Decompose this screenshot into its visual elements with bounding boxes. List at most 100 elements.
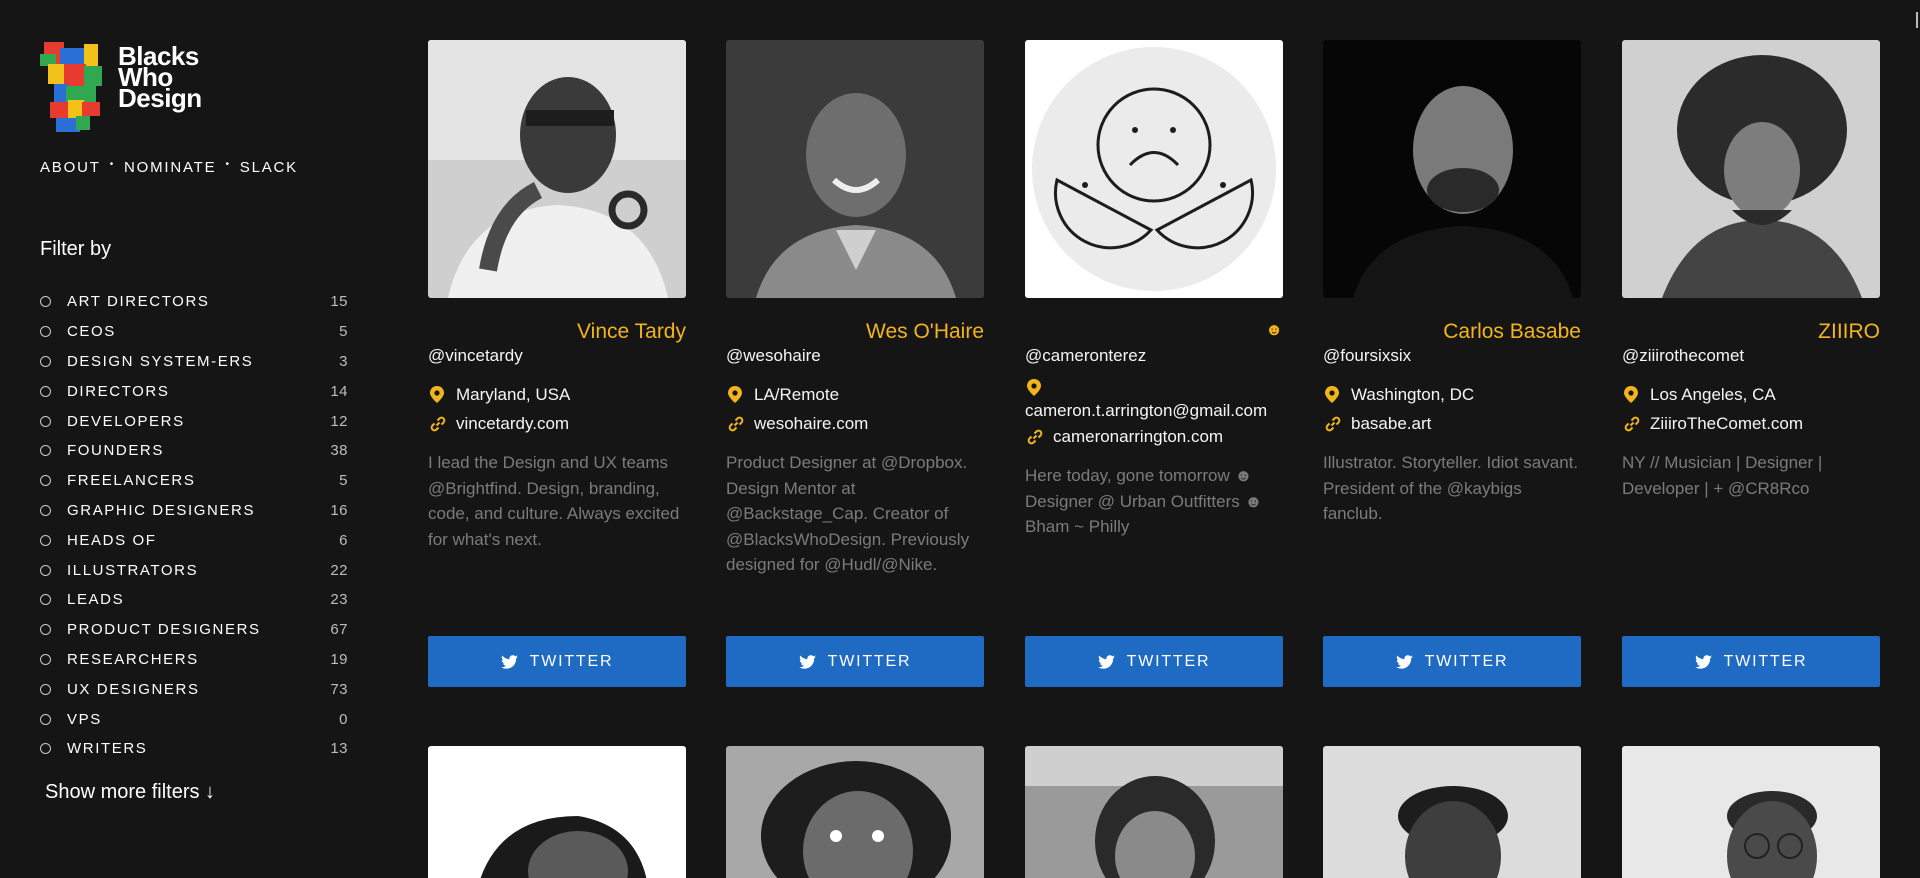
website-row[interactable]: basabe.art <box>1323 409 1581 438</box>
designer-card: Vince Tardy @vincetardy Maryland, USA vince… <box>428 40 686 690</box>
filter-label: LEADS <box>67 591 125 609</box>
filter-option[interactable]: HEADS OF 6 <box>40 525 348 555</box>
filter-count: 14 <box>330 382 348 400</box>
radio-button[interactable] <box>40 296 51 308</box>
designer-photo[interactable] <box>726 40 984 298</box>
radio-button[interactable] <box>40 355 51 367</box>
designer-meta: Los Angeles, CA ZiiiroTheComet.com <box>1622 380 1880 438</box>
designer-photo[interactable] <box>428 40 686 298</box>
designer-website-link[interactable]: vincetardy.com <box>456 414 569 434</box>
nav-slack-link[interactable]: SLACK <box>240 159 298 176</box>
nav-nominate-link[interactable]: NOMINATE <box>124 159 216 176</box>
location-pin-icon <box>1027 379 1047 401</box>
designer-photo[interactable] <box>1622 40 1880 298</box>
designer-card <box>1025 746 1283 878</box>
filter-option[interactable]: UX DESIGNERS 73 <box>40 674 348 704</box>
radio-button[interactable] <box>40 534 51 546</box>
website-row[interactable]: cameronarrington.com <box>1025 422 1283 451</box>
designer-website-link[interactable]: wesohaire.com <box>754 414 868 434</box>
filter-option[interactable]: ART DIRECTORS 15 <box>40 287 348 317</box>
twitter-button-label: TWITTER <box>1424 652 1509 670</box>
designer-bio: NY // Musician | Designer | Developer | … <box>1622 453 1823 498</box>
filter-option[interactable]: RESEARCHERS 19 <box>40 645 348 675</box>
twitter-icon <box>798 654 816 669</box>
designer-photo[interactable] <box>428 746 686 878</box>
filter-count: 6 <box>339 531 348 549</box>
designer-website-link[interactable]: cameronarrington.com <box>1053 427 1223 447</box>
filter-option[interactable]: ILLUSTRATORS 22 <box>40 555 348 585</box>
filter-label: GRAPHIC DESIGNERS <box>67 501 256 519</box>
radio-button[interactable] <box>40 326 51 338</box>
filter-count: 16 <box>330 501 348 519</box>
location-row: Washington, DC <box>1323 380 1581 409</box>
show-more-filters-button[interactable]: Show more filters ↓ <box>45 781 215 804</box>
radio-button[interactable] <box>40 624 51 636</box>
filter-option[interactable]: DEVELOPERS 12 <box>40 406 348 436</box>
designer-photo[interactable] <box>1025 746 1283 878</box>
filter-option[interactable]: GRAPHIC DESIGNERS 16 <box>40 496 348 526</box>
designer-website-link[interactable]: ZiiiroTheComet.com <box>1650 414 1803 434</box>
filter-count: 38 <box>330 442 348 460</box>
designer-photo[interactable] <box>1323 40 1581 298</box>
scrollbar[interactable] <box>1916 12 1918 28</box>
website-row[interactable]: ZiiiroTheComet.com <box>1622 409 1880 438</box>
designer-name: ☻ <box>1265 320 1283 339</box>
filter-option[interactable]: DIRECTORS 14 <box>40 376 348 406</box>
twitter-button[interactable]: TWITTER <box>1622 636 1880 687</box>
filter-option[interactable]: FOUNDERS 38 <box>40 436 348 466</box>
nav-about-link[interactable]: ABOUT <box>40 159 101 176</box>
radio-button[interactable] <box>40 594 51 606</box>
radio-button[interactable] <box>40 415 51 427</box>
filter-option[interactable]: WRITERS 13 <box>40 734 348 764</box>
nav-separator: • <box>225 159 231 170</box>
radio-button[interactable] <box>40 713 51 725</box>
filter-count: 5 <box>339 472 348 490</box>
radio-button[interactable] <box>40 475 51 487</box>
radio-button[interactable] <box>40 504 51 516</box>
twitter-button[interactable]: TWITTER <box>726 636 984 687</box>
twitter-icon <box>500 654 518 669</box>
designer-handle: @cameronterez <box>1025 346 1147 365</box>
designer-photo[interactable] <box>1323 746 1581 878</box>
radio-button[interactable] <box>40 564 51 576</box>
twitter-button[interactable]: TWITTER <box>1025 636 1283 687</box>
filter-label: DESIGN SYSTEM-ERS <box>67 352 254 370</box>
designer-meta: Maryland, USA vincetardy.com <box>428 380 686 438</box>
designer-location: Washington, DC <box>1351 384 1475 404</box>
designer-photo[interactable] <box>726 746 984 878</box>
website-row[interactable]: vincetardy.com <box>428 409 686 438</box>
designer-website-link[interactable]: basabe.art <box>1351 414 1431 434</box>
filter-label: FREELANCERS <box>67 472 196 490</box>
filter-option[interactable]: FREELANCERS 5 <box>40 466 348 496</box>
twitter-button[interactable]: TWITTER <box>1323 636 1581 687</box>
filter-count: 5 <box>339 323 348 341</box>
website-row[interactable]: wesohaire.com <box>726 409 984 438</box>
designer-card: ZIIIRO @ziiirothecomet Los Angeles, CA Ziii… <box>1622 40 1880 690</box>
filter-option[interactable]: PRODUCT DESIGNERS 67 <box>40 615 348 645</box>
radio-button[interactable] <box>40 653 51 665</box>
twitter-button[interactable]: TWITTER <box>428 636 686 687</box>
filter-option[interactable]: DESIGN SYSTEM-ERS 3 <box>40 347 348 377</box>
radio-button[interactable] <box>40 445 51 457</box>
location-pin-icon <box>430 386 450 403</box>
filter-label: CEOS <box>67 323 116 341</box>
radio-button[interactable] <box>40 743 51 755</box>
radio-button[interactable] <box>40 683 51 695</box>
filter-option[interactable]: LEADS 23 <box>40 585 348 615</box>
designer-meta: cameron.t.arrington@gmail.com cameronarri… <box>1025 379 1283 451</box>
designer-photo[interactable] <box>1025 40 1283 298</box>
filter-option[interactable]: CEOS 5 <box>40 317 348 347</box>
radio-button[interactable] <box>40 385 51 397</box>
filter-list: ART DIRECTORS 15 CEOS 5 DESIGN SYSTEM-ERS 3 DI… <box>40 287 348 764</box>
twitter-button-label: TWITTER <box>827 652 912 670</box>
designer-meta: LA/Remote wesohaire.com <box>726 380 984 438</box>
designer-photo[interactable] <box>1622 746 1880 878</box>
brand-logo[interactable]: Blacks Who Design <box>40 40 202 132</box>
location-pin-icon <box>1325 386 1345 403</box>
filter-option[interactable]: VPS 0 <box>40 704 348 734</box>
filter-label: ILLUSTRATORS <box>67 561 199 579</box>
filter-label: DIRECTORS <box>67 382 170 400</box>
designer-card <box>726 746 984 878</box>
designer-name: Wes O'Haire <box>866 320 984 343</box>
location-row: Los Angeles, CA <box>1622 380 1880 409</box>
